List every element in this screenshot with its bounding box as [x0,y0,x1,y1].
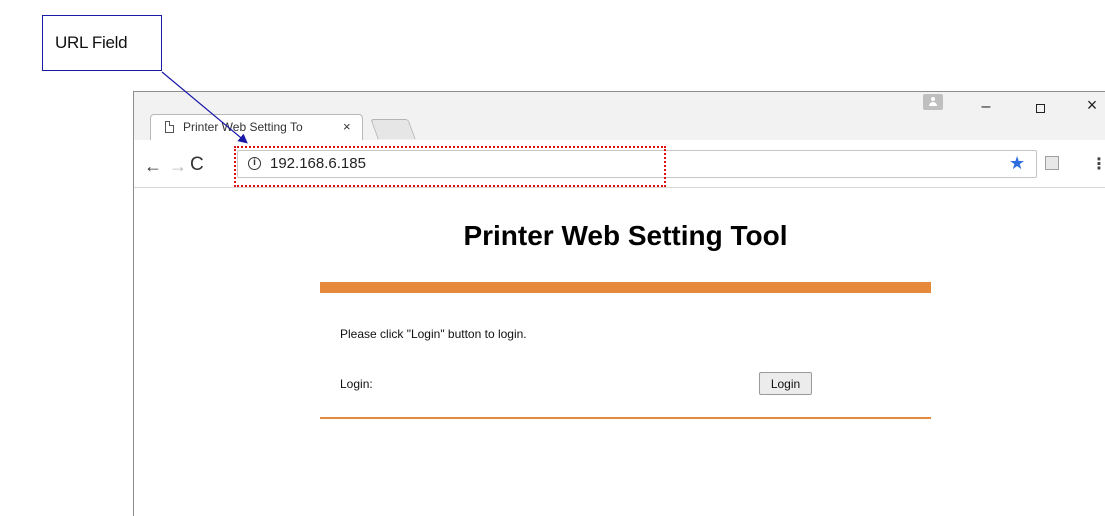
tab-title: Printer Web Setting To [183,120,303,134]
login-button[interactable]: Login [759,372,812,395]
title-bar: Printer Web Setting To × – × [134,92,1105,141]
extension-icon[interactable] [1045,156,1059,170]
back-arrow-icon[interactable]: ← [144,156,162,177]
page-title: Printer Web Setting Tool [463,220,788,251]
page-content: Printer Web Setting Tool Please click "L… [134,188,1105,516]
login-instruction: Please click "Login" button to login. [340,327,527,341]
reload-icon[interactable]: C [190,154,204,176]
url-field-highlight [234,146,666,187]
tab-printer-web-setting[interactable]: Printer Web Setting To × [150,114,363,141]
accent-bar-bottom [320,417,931,419]
bookmark-star-icon[interactable]: ★ [1009,153,1025,174]
page-icon [165,121,174,133]
close-window-icon[interactable]: × [1082,95,1102,116]
callout-label: URL Field [55,33,128,52]
url-field-callout: URL Field [42,15,162,71]
new-tab-button[interactable] [370,119,416,139]
login-label: Login: [340,377,373,391]
profile-icon[interactable] [923,94,943,110]
screenshot-stage: URL Field Printer Web Setting To × – × ←… [0,0,1105,516]
tab-close-icon[interactable]: × [343,119,351,134]
forward-arrow-icon[interactable]: → [169,156,187,177]
minimize-icon[interactable]: – [976,98,996,116]
menu-icon[interactable]: ⋮ [1091,154,1105,174]
accent-bar-top [320,282,931,293]
